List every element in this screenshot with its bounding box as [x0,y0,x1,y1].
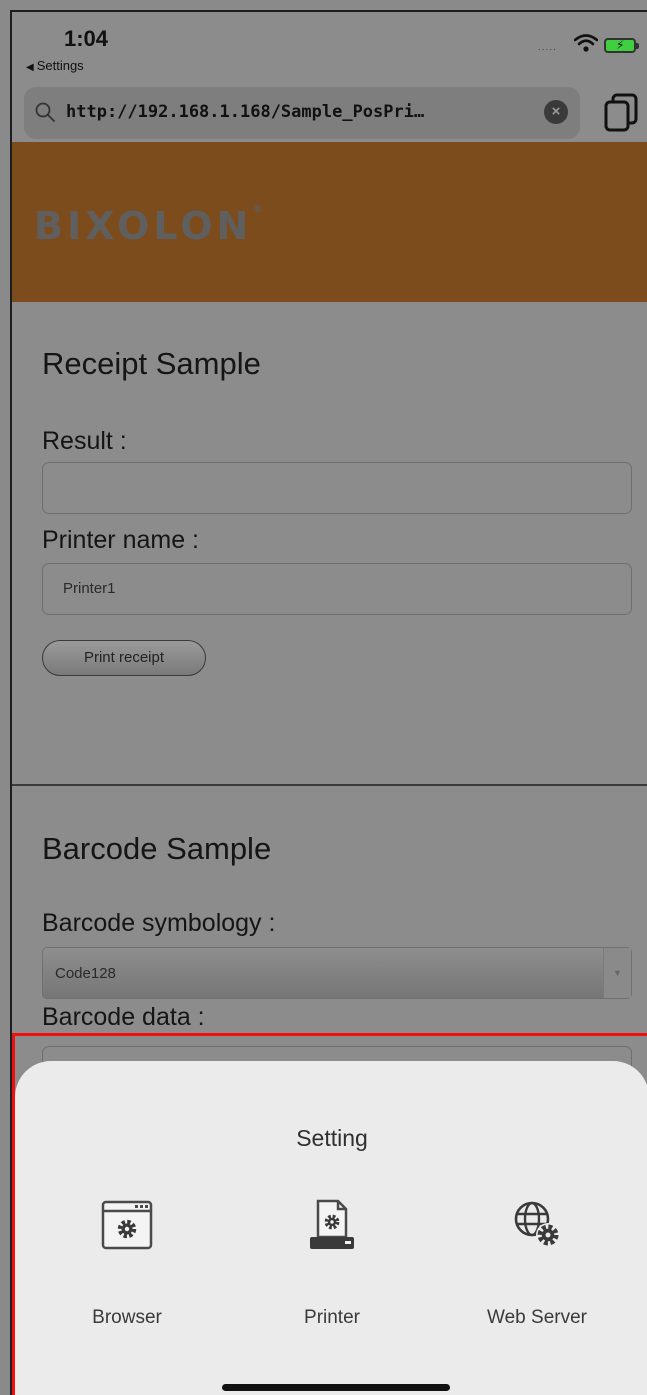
print-receipt-button[interactable]: Print receipt [42,640,206,676]
signal-dots: ..... [538,42,557,53]
printer-option-label: Printer [304,1307,360,1328]
tabs-icon[interactable] [604,92,638,134]
result-field[interactable] [42,462,632,514]
url-text[interactable]: http://192.168.1.168/Sample_PosPri… [66,102,424,122]
section-divider [12,784,647,786]
bixolon-logo: BIXOLON® [34,204,263,248]
barcode-symbology-value: Code128 [55,965,116,982]
web-server-option-label: Web Server [487,1307,587,1328]
phone-screen: 1:04 ◀ Settings ..... ⚡ http://192.168.1.… [10,10,647,1395]
web-server-settings-icon [514,1201,560,1247]
printer-name-label: Printer name : [42,526,200,554]
receipt-section-title: Receipt Sample [42,346,261,381]
address-bar[interactable]: http://192.168.1.168/Sample_PosPri… × [24,87,580,139]
status-time: 1:04 [64,26,109,51]
battery-charging-icon: ⚡ [604,38,639,53]
browser-option-label: Browser [92,1307,162,1328]
brand-header: BIXOLON® [12,142,647,302]
barcode-data-label: Barcode data : [42,1003,205,1031]
back-arrow-icon: ◀ [26,62,34,73]
setting-bottom-sheet: Setting Browser Printer Web Server [15,1061,647,1395]
home-indicator[interactable] [222,1384,450,1391]
printer-option[interactable]: Printer [242,1197,422,1347]
result-label: Result : [42,427,127,455]
browser-settings-icon [101,1200,153,1250]
barcode-section-title: Barcode Sample [42,831,272,866]
clear-url-icon[interactable]: × [544,100,568,124]
barcode-symbology-label: Barcode symbology : [42,909,276,937]
printer-settings-icon [310,1199,354,1249]
sheet-title: Setting [296,1125,368,1151]
printer-name-field[interactable]: Printer1 [42,563,632,615]
printer-name-value: Printer1 [63,580,116,597]
barcode-symbology-select[interactable]: Code128 ▼ [42,947,632,999]
search-icon [35,102,55,122]
web-server-option[interactable]: Web Server [447,1197,627,1347]
status-bar: 1:04 ◀ Settings ..... ⚡ [12,12,647,82]
chevron-down-icon: ▼ [603,948,631,998]
browser-option[interactable]: Browser [37,1197,217,1347]
back-to-settings-link[interactable]: ◀ Settings [26,58,84,73]
back-label: Settings [36,58,84,73]
wifi-icon [574,34,598,52]
